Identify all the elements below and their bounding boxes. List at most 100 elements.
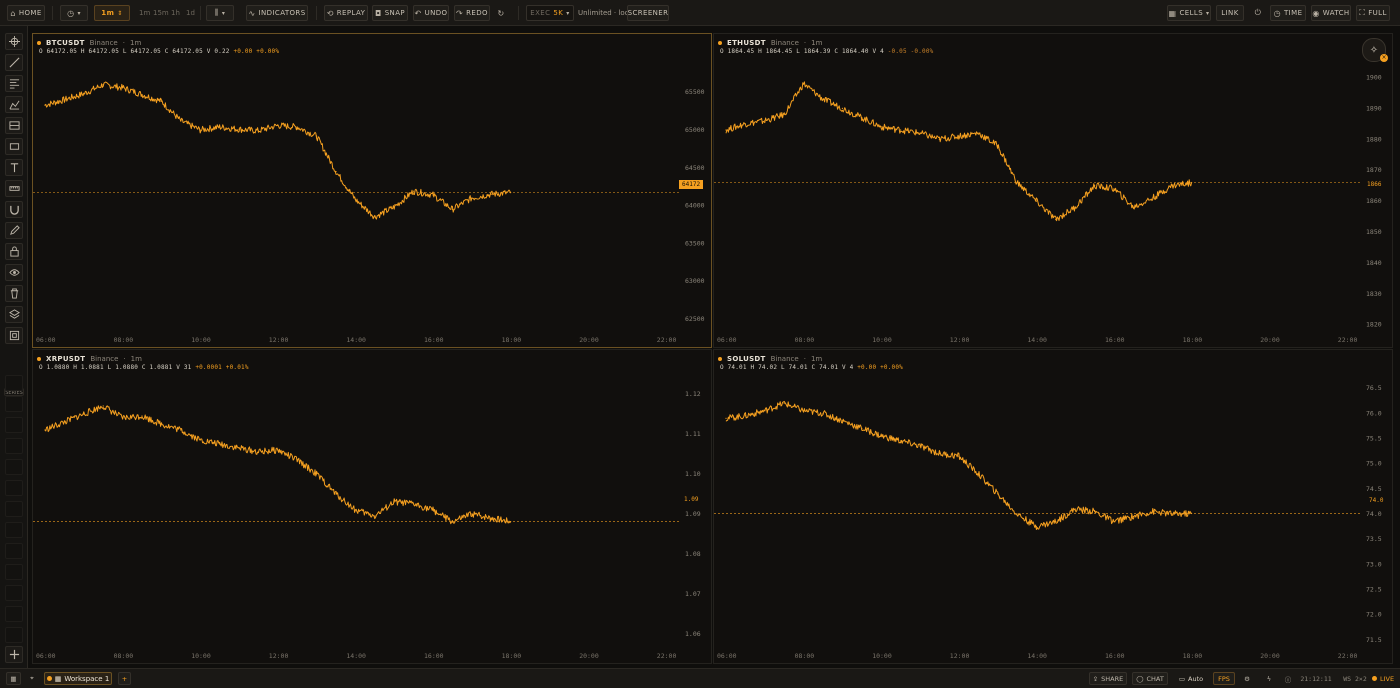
replay-button[interactable]: ⟲ REPLAY xyxy=(324,5,368,21)
y-tick-label: 1890 xyxy=(1366,104,1382,112)
add-workspace-button[interactable]: + xyxy=(118,672,131,685)
y-tick-label: 74.0 xyxy=(1366,510,1382,518)
y-tick-label: 1.08 xyxy=(685,550,701,558)
chart-panel-btcusdt[interactable]: 65500 65000 64500 64000 63500 63000 62500 06:00… xyxy=(32,33,712,348)
quick-interval-1h[interactable]: 1h xyxy=(171,9,180,17)
lock-tool[interactable] xyxy=(5,243,23,260)
symbol-label[interactable]: ETHUSDT xyxy=(727,39,766,47)
y-tick-label: 64000 xyxy=(685,202,705,210)
price-chart[interactable]: 76.5 76.0 75.5 75.0 74.5 74.0 73.5 73.0 72.5 72.0… xyxy=(714,350,1393,664)
data-point xyxy=(102,84,104,86)
workspace-tab[interactable]: ▦ Workspace 1 xyxy=(44,672,112,685)
data-point xyxy=(257,451,259,453)
rectangle-tool[interactable] xyxy=(5,138,23,155)
fullscreen-button[interactable]: ⛶ FULL xyxy=(1356,5,1390,21)
magnet-tool[interactable] xyxy=(5,201,23,218)
crosshair-tool[interactable] xyxy=(5,33,23,50)
clock-menu-button[interactable]: ◷ ▾ xyxy=(60,5,88,21)
snap-button[interactable]: ◘ SNAP xyxy=(372,5,408,21)
delete-tool[interactable] xyxy=(5,285,23,302)
x-tick-label: 10:00 xyxy=(191,336,211,344)
visibility-tool[interactable] xyxy=(5,264,23,281)
chart-panel-xrpusdt[interactable]: 1.12 1.11 1.10 1.09 1.08 1.07 1.06 06:00 08:00 10… xyxy=(32,349,712,664)
x-tick-label: 10:00 xyxy=(872,652,892,660)
symbol-dot-icon xyxy=(718,41,722,45)
y-tick-label: 63500 xyxy=(685,239,705,247)
screener-button[interactable]: SCREENER xyxy=(627,5,669,21)
symbol-label[interactable]: BTCUSDT xyxy=(46,39,85,47)
pin-button[interactable]: ⌖ xyxy=(25,672,39,685)
y-tick-label: 1.07 xyxy=(685,590,701,598)
refresh-button[interactable]: ↻ xyxy=(494,5,508,21)
x-tick-label: 12:00 xyxy=(950,336,970,344)
stepper-icon: ⇕ xyxy=(117,9,123,17)
y-tick-label: 76.0 xyxy=(1366,409,1382,417)
cells-button[interactable]: ▦ CELLS ▾ xyxy=(1167,5,1211,21)
ruler-tool[interactable] xyxy=(5,180,23,197)
change-value: +0.00 +0.00% xyxy=(857,364,903,371)
interval-select[interactable]: 1m ⇕ xyxy=(94,5,130,21)
fib-tool[interactable] xyxy=(5,75,23,92)
x-tick-label: 18:00 xyxy=(502,336,522,344)
data-point xyxy=(413,503,415,505)
pencil-tool[interactable] xyxy=(5,222,23,239)
object-tree-tool[interactable] xyxy=(5,327,23,344)
time-button[interactable]: ◷ TIME xyxy=(1270,5,1306,21)
undo-button[interactable]: ↶ UNDO xyxy=(413,5,449,21)
home-button[interactable]: ⌂ HOME xyxy=(7,5,45,21)
data-point xyxy=(432,509,434,511)
link-button[interactable]: LINK xyxy=(1216,5,1244,21)
info-button[interactable]: ⓘ xyxy=(1282,672,1294,685)
trend-line-tool[interactable] xyxy=(5,54,23,71)
data-point xyxy=(44,104,46,106)
chart-panel-ethusdt[interactable]: 1900 1890 1880 1870 1860 1850 1840 1830 1820 06:0… xyxy=(713,33,1393,348)
pattern-tool[interactable] xyxy=(5,96,23,113)
data-point xyxy=(180,429,182,431)
symbol-label[interactable]: SOLUSDT xyxy=(727,355,766,363)
y-tick-label: 64500 xyxy=(685,164,705,172)
chat-button[interactable]: ◯ CHAT xyxy=(1132,672,1168,685)
performance-button[interactable]: ϟ xyxy=(1262,672,1276,685)
panel-header: SOLUSDT Binance · 1m xyxy=(718,355,822,363)
auto-scale-toggle[interactable]: ▭ Auto xyxy=(1174,672,1208,685)
layers-tool[interactable] xyxy=(5,306,23,323)
chart-type-button[interactable]: ⫼ ▾ xyxy=(206,5,234,21)
data-point xyxy=(122,87,124,89)
price-chart[interactable]: 1.12 1.11 1.10 1.09 1.08 1.07 1.06 06:00 08:00 10… xyxy=(33,350,712,664)
data-point xyxy=(1094,185,1096,187)
share-button[interactable]: ⇪ SHARE xyxy=(1089,672,1127,685)
layout-grid-button[interactable]: ▦ xyxy=(6,672,21,685)
trash-icon xyxy=(10,288,18,299)
measure-tool[interactable] xyxy=(5,117,23,134)
workspace-dot-icon xyxy=(46,676,52,681)
indicators-button[interactable]: ∿ INDICATORS xyxy=(246,5,308,21)
redo-button[interactable]: ↷ REDO xyxy=(454,5,490,21)
data-point xyxy=(1094,510,1096,513)
chart-panel-solusdt[interactable]: 76.5 76.0 75.5 75.0 74.5 74.0 73.5 73.0 72.5 72.0… xyxy=(713,349,1393,664)
fps-button[interactable]: FPS xyxy=(1213,672,1235,685)
quick-interval-15m[interactable]: 15m xyxy=(153,9,169,17)
price-chart[interactable]: 1900 1890 1880 1870 1860 1850 1840 1830 1820 06:0… xyxy=(714,34,1393,348)
price-chart[interactable]: 65500 65000 64500 64000 63500 63000 62500 06:00… xyxy=(33,34,712,348)
gear-icon: ⚙ xyxy=(1244,674,1250,683)
data-point xyxy=(413,190,415,192)
quick-interval-1m[interactable]: 1m xyxy=(139,9,150,17)
exec-counter[interactable]: EXEC 5K ▾ xyxy=(526,5,574,21)
data-point xyxy=(510,192,512,194)
sync-button[interactable]: ⏻ xyxy=(1250,5,1266,21)
x-tick-label: 20:00 xyxy=(579,652,599,660)
symbol-label[interactable]: XRPUSDT xyxy=(46,355,85,363)
add-tool-button[interactable] xyxy=(5,646,23,663)
clock-icon: ◷ xyxy=(1273,8,1281,18)
x-tick-label: 08:00 xyxy=(114,652,134,660)
y-tick-label: 1840 xyxy=(1366,259,1382,267)
data-point xyxy=(432,194,434,196)
ohlc-readout: O 1.0880 H 1.0881 L 1.0880 C 1.0881 V 31… xyxy=(39,364,249,371)
settings-button[interactable]: ⚙ xyxy=(1240,672,1254,685)
watch-button[interactable]: ◉ WATCH xyxy=(1311,5,1351,21)
text-tool[interactable] xyxy=(5,159,23,176)
x-tick-label: 14:00 xyxy=(1027,336,1047,344)
top-toolbar: ⌂ HOME ◷ ▾ 1m ⇕ 1m 15m 1h 1d ⫼ ▾ ∿ INDIC… xyxy=(0,0,1400,26)
last-price-tag: 74.0 xyxy=(1369,497,1384,504)
quick-interval-1d[interactable]: 1d xyxy=(186,9,195,17)
